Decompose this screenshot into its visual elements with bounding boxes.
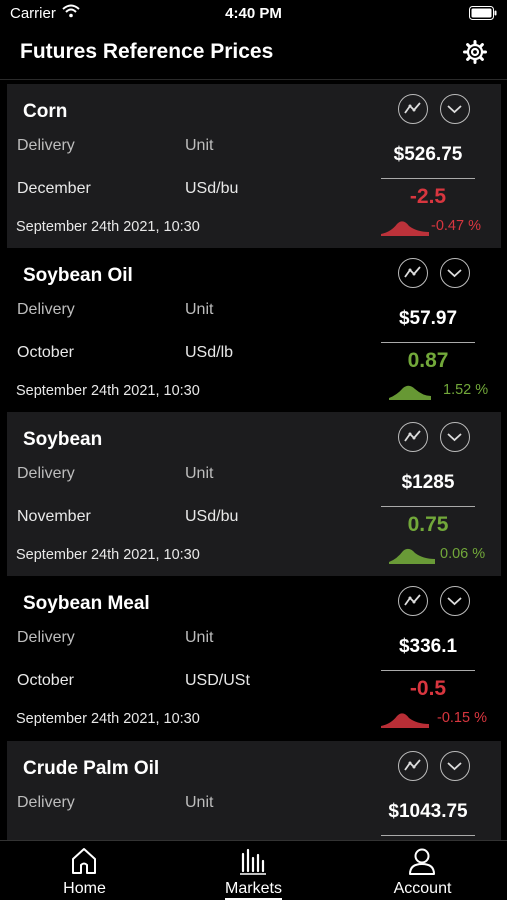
expand-button[interactable] xyxy=(440,258,470,288)
commodity-name: Soybean Oil xyxy=(23,265,133,286)
delivery-value: December xyxy=(17,180,91,197)
price-value: $336.1 xyxy=(398,636,458,657)
commodity-name: Soybean xyxy=(23,429,103,450)
gear-icon[interactable] xyxy=(463,40,487,64)
chart-button[interactable] xyxy=(398,751,428,781)
price-timestamp: September 24th 2021, 10:30 xyxy=(16,383,200,399)
unit-value: USD/USt xyxy=(185,672,250,689)
commodity-name: Soybean Meal xyxy=(23,593,150,614)
sparkline-down-icon xyxy=(381,713,429,728)
price-change: -0.5 xyxy=(409,677,447,700)
chevron-down-icon xyxy=(447,269,462,278)
chevron-down-icon xyxy=(447,105,462,114)
price-change: 0.87 xyxy=(407,349,449,372)
delivery-value: October xyxy=(17,344,74,361)
commodity-name: Corn xyxy=(23,101,68,122)
line-chart-icon xyxy=(404,102,421,114)
home-icon xyxy=(72,848,96,874)
price-divider xyxy=(381,835,475,836)
price-change: 0.75 xyxy=(407,513,449,536)
price-value: $57.97 xyxy=(398,308,458,329)
futures-card-soybean-oil[interactable]: Soybean Oil Delivery Unit October USd/lb… xyxy=(7,248,501,412)
page-title: Futures Reference Prices xyxy=(20,40,274,63)
delivery-label: Delivery xyxy=(17,465,75,482)
price-divider xyxy=(381,506,475,507)
expand-button[interactable] xyxy=(440,751,470,781)
sparkline-down-icon xyxy=(381,221,429,236)
percent-change: -0.47 % xyxy=(431,218,481,234)
unit-label: Unit xyxy=(185,794,214,811)
expand-button[interactable] xyxy=(440,586,470,616)
delivery-label: Delivery xyxy=(17,137,75,154)
delivery-value: November xyxy=(17,508,91,525)
price-divider xyxy=(381,342,475,343)
tab-home[interactable]: Home xyxy=(0,841,169,900)
line-chart-icon xyxy=(404,759,421,771)
markets-icon xyxy=(240,848,266,875)
delivery-value: October xyxy=(17,672,74,689)
expand-button[interactable] xyxy=(440,94,470,124)
tab-label: Account xyxy=(393,880,452,897)
battery-icon xyxy=(469,6,497,20)
line-chart-icon xyxy=(404,430,421,442)
chart-button[interactable] xyxy=(398,422,428,452)
nav-bar: Futures Reference Prices xyxy=(0,28,507,80)
sparkline-up-icon xyxy=(389,548,435,564)
line-chart-icon xyxy=(404,266,421,278)
tab-markets[interactable]: Markets xyxy=(169,841,338,900)
price-change: -2.5 xyxy=(409,185,447,208)
percent-change: 1.52 % xyxy=(443,382,489,398)
expand-button[interactable] xyxy=(440,422,470,452)
percent-change: -0.15 % xyxy=(437,710,487,726)
price-timestamp: September 24th 2021, 10:30 xyxy=(16,711,200,727)
chevron-down-icon xyxy=(447,433,462,442)
futures-card-soybean[interactable]: Soybean Delivery Unit November USd/bu Se… xyxy=(7,412,501,576)
sparkline-up-icon xyxy=(389,385,431,400)
line-chart-icon xyxy=(404,594,421,606)
futures-card-corn[interactable]: Corn Delivery Unit December USd/bu Septe… xyxy=(7,84,501,248)
chart-button[interactable] xyxy=(398,586,428,616)
status-time: 4:40 PM xyxy=(225,5,282,22)
delivery-label: Delivery xyxy=(17,629,75,646)
futures-card-soybean-meal[interactable]: Soybean Meal Delivery Unit October USD/U… xyxy=(7,576,501,740)
account-icon xyxy=(409,848,435,875)
unit-label: Unit xyxy=(185,137,214,154)
futures-card-crude-palm-oil[interactable]: Crude Palm Oil Delivery Unit $1043.75 xyxy=(7,741,501,840)
tab-account[interactable]: Account xyxy=(338,841,507,900)
price-timestamp: September 24th 2021, 10:30 xyxy=(16,219,200,235)
price-divider xyxy=(381,670,475,671)
chevron-down-icon xyxy=(447,597,462,606)
price-value: $1043.75 xyxy=(388,801,468,822)
unit-label: Unit xyxy=(185,629,214,646)
tab-label: Markets xyxy=(225,880,282,897)
commodity-name: Crude Palm Oil xyxy=(23,758,160,779)
status-bar: Carrier 4:40 PM xyxy=(0,0,507,28)
percent-change: 0.06 % xyxy=(440,546,486,562)
price-divider xyxy=(381,178,475,179)
chevron-down-icon xyxy=(447,762,462,771)
price-value: $1285 xyxy=(401,472,455,493)
delivery-label: Delivery xyxy=(17,301,75,318)
chart-button[interactable] xyxy=(398,94,428,124)
futures-list[interactable]: Corn Delivery Unit December USd/bu Septe… xyxy=(0,82,507,840)
tab-label: Home xyxy=(63,880,106,897)
chart-button[interactable] xyxy=(398,258,428,288)
price-value: $526.75 xyxy=(393,144,463,165)
price-timestamp: September 24th 2021, 10:30 xyxy=(16,547,200,563)
unit-value: USd/bu xyxy=(185,508,239,525)
delivery-label: Delivery xyxy=(17,794,75,811)
unit-value: USd/lb xyxy=(185,344,234,361)
unit-label: Unit xyxy=(185,465,214,482)
tab-bar: Home Markets Account xyxy=(0,840,507,900)
unit-label: Unit xyxy=(185,301,214,318)
unit-value: USd/bu xyxy=(185,180,239,197)
